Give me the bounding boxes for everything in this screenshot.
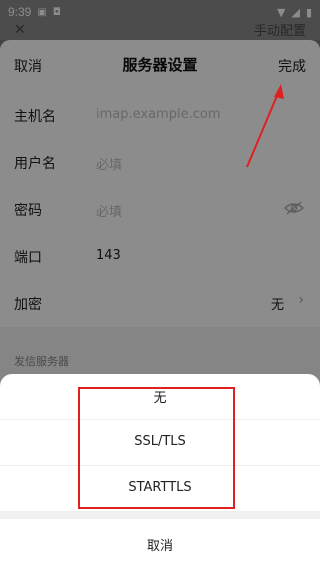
action-sheet-cancel-button[interactable]: 取消 [0, 519, 320, 567]
action-sheet-cancel-label: 取消 [146, 539, 173, 554]
action-sheet-gap [0, 512, 320, 519]
screen: 9:39 ▣ ◘ ▼ ◢ ▮ ✕ 手动配置 取消 服务器设置 完成 主机名 im… [0, 0, 320, 568]
annotation-highlight-box [78, 387, 235, 509]
